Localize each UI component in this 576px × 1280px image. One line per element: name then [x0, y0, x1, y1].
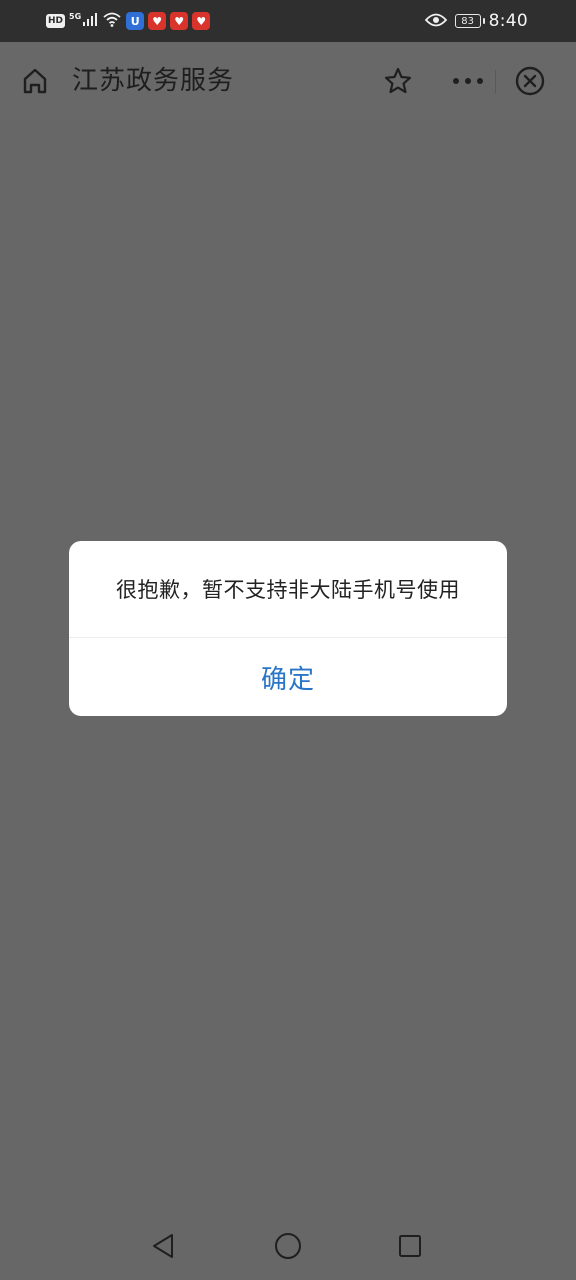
hd-badge: HD	[46, 14, 66, 28]
more-icon	[453, 78, 483, 84]
star-icon	[384, 67, 412, 94]
close-button[interactable]	[512, 63, 548, 99]
recent-apps-button[interactable]	[390, 1226, 430, 1266]
wifi-icon	[102, 11, 122, 31]
dialog-message: 很抱歉，暂不支持非大陆手机号使用	[116, 578, 460, 602]
screen: HD 5G U ♥ ♥ ♥ 83 8:40 江苏政务服务 很抱歉，暂不支持非大陆…	[0, 0, 576, 1280]
title-bar: 江苏政务服务	[0, 42, 576, 120]
home-nav-button[interactable]	[268, 1226, 308, 1266]
network-type-label: 5G	[69, 11, 82, 21]
battery-icon: 83	[454, 14, 485, 28]
nav-bar	[0, 1212, 576, 1280]
favorite-button[interactable]	[381, 64, 415, 98]
status-bar: HD 5G U ♥ ♥ ♥ 83 8:40	[0, 0, 576, 42]
title-bar-divider	[495, 70, 496, 94]
battery-level: 83	[461, 15, 474, 27]
page-title: 江苏政务服务	[72, 66, 235, 96]
clock: 8:40	[488, 11, 528, 31]
confirm-button[interactable]: 确定	[69, 638, 507, 716]
recent-apps-icon	[399, 1235, 421, 1257]
alert-dialog: 很抱歉，暂不支持非大陆手机号使用 确定	[69, 541, 507, 716]
back-icon	[153, 1234, 173, 1258]
home-icon	[23, 68, 47, 94]
eye-icon	[424, 12, 447, 31]
home-circle-icon	[275, 1233, 301, 1259]
signal-icon	[82, 11, 98, 31]
shield-app-icon: U	[126, 12, 145, 30]
red-app-icon-3: ♥	[192, 12, 211, 30]
red-app-icon-1: ♥	[148, 12, 167, 30]
back-button[interactable]	[144, 1226, 184, 1266]
status-bar-right: 83 8:40	[424, 10, 528, 32]
status-bar-left: HD 5G U ♥ ♥ ♥	[46, 10, 211, 32]
close-icon	[515, 66, 545, 96]
home-button[interactable]	[18, 64, 52, 98]
red-app-icon-2: ♥	[170, 12, 189, 30]
more-button[interactable]	[450, 64, 486, 98]
